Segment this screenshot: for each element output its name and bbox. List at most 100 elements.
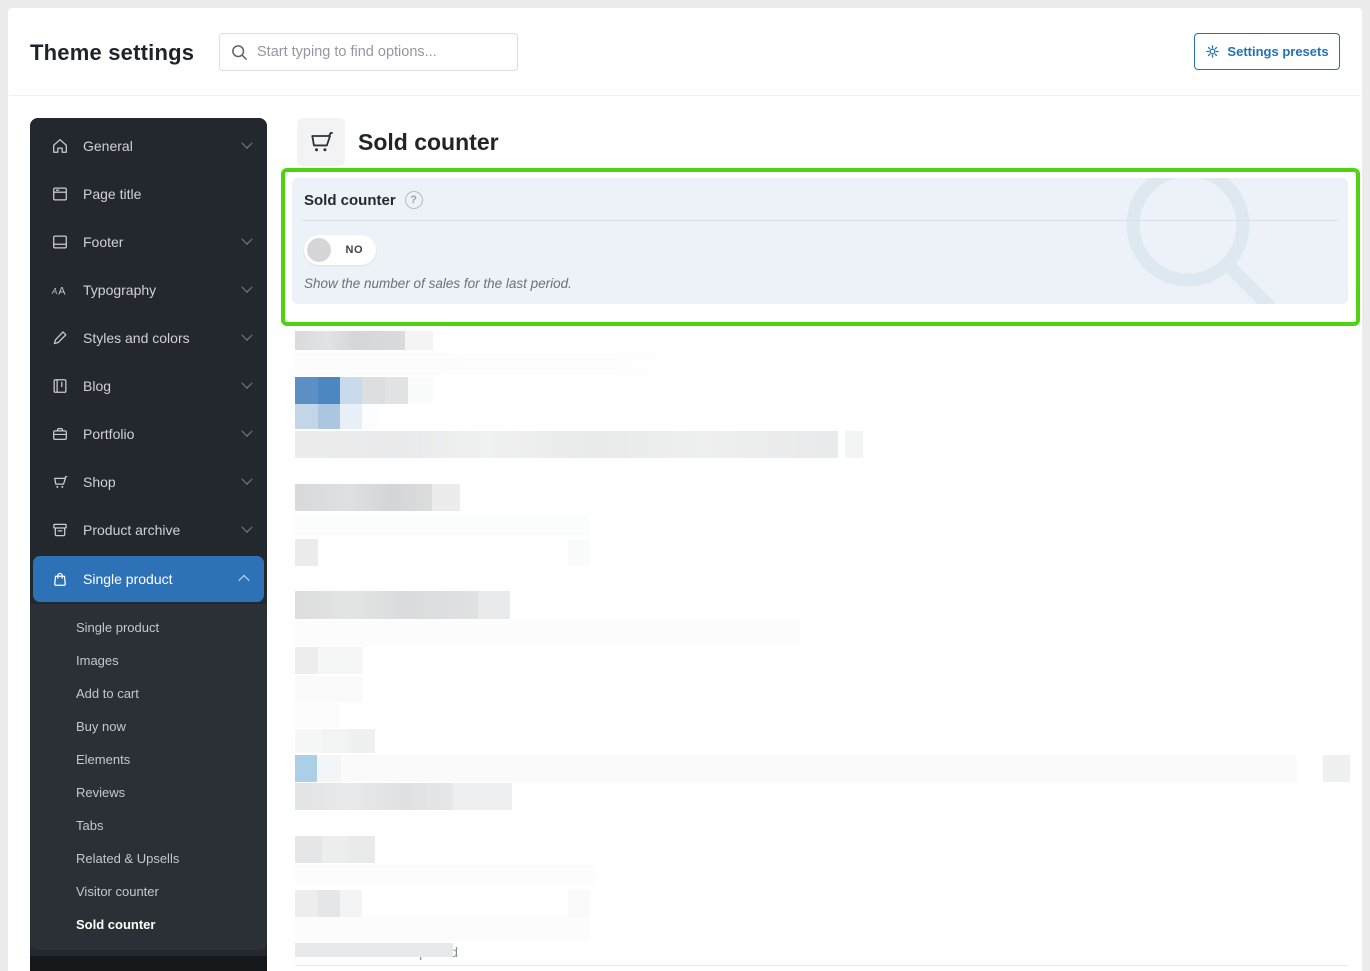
search-box[interactable] [219,33,518,71]
gear-icon [1205,44,1220,59]
redacted-block [385,377,408,404]
redacted-block [295,514,590,535]
redacted-block [295,917,590,941]
chevron-down-icon [241,233,253,245]
redacted-block [295,729,322,753]
sidebar-subitem-related-upsells[interactable]: Related & Upsells [30,842,267,875]
redacted-block [295,621,800,646]
redacted-block [295,836,322,863]
sidebar-item-single-product[interactable]: Single product [33,556,264,602]
search-input[interactable] [257,44,507,60]
sidebar-item-styles-and-colors[interactable]: Styles and colors [30,314,267,362]
redacted-block [295,331,405,350]
sidebar-item-product-archive[interactable]: Product archive [30,506,267,554]
redacted-block [340,404,362,429]
sidebar-item-blog[interactable]: Blog [30,362,267,410]
redacted-block [340,890,362,917]
sidebar-subitem-visitor-counter[interactable]: Visitor counter [30,875,267,908]
chevron-down-icon [241,473,253,485]
redacted-block [453,783,512,810]
redacted-block [295,647,318,674]
redacted-block [845,431,863,458]
redacted-block [318,647,363,674]
redacted-block [317,755,341,782]
panel-description: Show the number of sales for the last pe… [304,276,572,291]
redacted-block [322,836,349,863]
brush-icon [50,328,70,348]
redacted-block [362,377,385,404]
redacted-block [295,484,432,511]
sidebar-item-page-title[interactable]: Page title [30,170,267,218]
redacted-block [1323,755,1350,782]
sidebar-item-general[interactable]: General [30,122,267,170]
chevron-down-icon [241,377,253,389]
settings-presets-button[interactable]: Settings presets [1194,33,1340,70]
redacted-block [295,865,595,884]
redacted-block [568,539,590,566]
redacted-block [295,377,318,404]
redacted-block [295,943,453,957]
sidebar-subitem-sold-counter[interactable]: Sold counter [30,908,267,941]
sidebar-item-typography[interactable]: AA Typography [30,266,267,314]
redacted-block [295,539,318,566]
panel-divider [302,220,1338,221]
home-icon [50,136,70,156]
redacted-block [295,404,318,429]
svg-text:A: A [51,287,57,296]
svg-text:A: A [58,286,66,298]
redacted-block [362,404,378,429]
cart-icon [50,472,70,492]
sidebar-item-footer[interactable]: Footer [30,218,267,266]
redacted-block [340,377,362,404]
redacted-block [295,676,363,702]
redacted-block [322,729,349,753]
redacted-block [478,591,510,619]
redacted-block [295,890,318,917]
sidebar-subitem-tabs[interactable]: Tabs [30,809,267,842]
chevron-down-icon [241,281,253,293]
sidebar-item-shop[interactable]: Shop [30,458,267,506]
help-icon[interactable]: ? [404,191,423,209]
sidebar: General Page title Footer AA Typography … [30,118,267,971]
footer-icon [50,232,70,252]
redacted-block [295,591,478,619]
search-icon [230,43,249,62]
chevron-down-icon [241,329,253,341]
sidebar-item-portfolio[interactable]: Portfolio [30,410,267,458]
typography-icon: AA [50,280,70,300]
chevron-down-icon [241,425,253,437]
panel-title: Sold counter [304,191,396,209]
bag-icon [50,569,70,589]
highlight-outline: Sold counter ? NO Show the number of sal… [281,168,1360,326]
blog-icon [50,376,70,396]
sidebar-subitem-add-to-cart[interactable]: Add to cart [30,677,267,710]
sidebar-subitem-images[interactable]: Images [30,644,267,677]
sidebar-subitem-buy-now[interactable]: Buy now [30,710,267,743]
redacted-block [318,404,340,429]
sidebar-subitem-elements[interactable]: Elements [30,743,267,776]
bottom-divider [295,965,1348,966]
page-title-icon [50,184,70,204]
toggle-knob [307,238,331,262]
redacted-block [432,484,460,511]
page-title: Theme settings [30,40,195,65]
chevron-up-icon [238,574,250,587]
redacted-block [349,836,375,863]
section-cart-icon [297,118,345,166]
redacted-block [295,431,838,458]
redacted-block [318,890,340,917]
redacted-block [341,755,1297,782]
redacted-block [568,890,590,917]
sold-counter-panel: Sold counter ? NO Show the number of sal… [292,178,1348,304]
redacted-block [295,703,340,728]
redacted-block [295,755,317,782]
section-title: Sold counter [358,129,499,155]
sidebar-subitem-reviews[interactable]: Reviews [30,776,267,809]
redacted-block [349,729,375,753]
sidebar-menu: General Page title Footer AA Typography … [30,118,267,956]
portfolio-icon [50,424,70,444]
redacted-block [408,377,433,404]
sold-counter-toggle[interactable]: NO [304,235,376,265]
sidebar-subitem-single-product[interactable]: Single product [30,611,267,644]
redacted-block [295,353,800,375]
